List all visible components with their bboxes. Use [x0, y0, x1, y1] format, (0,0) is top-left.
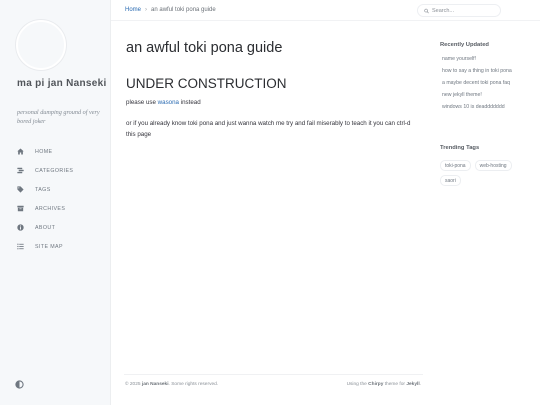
section-heading: UNDER CONSTRUCTION: [126, 76, 287, 91]
sidebar-item-label: HOME: [35, 148, 53, 155]
body-paragraph: or if you already know toki pona and jus…: [126, 120, 411, 138]
sidebar-item-label: SITE MAP: [35, 243, 63, 250]
recent-post-link[interactable]: new jekyll theme!: [442, 92, 512, 104]
sidebar-item-archives[interactable]: ARCHIVES: [0, 199, 111, 218]
stream-icon: [17, 167, 24, 174]
tag-web-hosting[interactable]: web-hosting: [474, 160, 512, 171]
chirpy-theme-link[interactable]: Chirpy: [368, 382, 383, 387]
page-title: an awful toki pona guide: [126, 40, 283, 56]
footer-copyright-suffix: . Some rights reserved.: [168, 382, 219, 387]
wasona-link[interactable]: wasona: [158, 99, 179, 106]
trending-tags: toki-pona web-hosting saori: [440, 160, 535, 186]
avatar[interactable]: [16, 20, 66, 70]
footer-credits-prefix: Using the: [346, 382, 369, 387]
footer-copyright-prefix: © 2025: [125, 382, 142, 387]
archive-icon: [17, 205, 24, 212]
site-title[interactable]: ma pi jan Nanseki: [17, 77, 107, 90]
intro-prefix: please use: [126, 99, 158, 106]
footer-author: jan Nanseki: [141, 382, 169, 387]
recent-post-link[interactable]: a maybe decent toki pona faq: [442, 80, 512, 92]
sidebar-item-label: CATEGORIES: [35, 167, 74, 174]
tag-icon: [17, 186, 24, 193]
footer-credits-suffix: .: [419, 382, 421, 387]
site-subtitle: personal dumping ground of very bored jo…: [17, 109, 100, 125]
footer: © 2025 jan Nanseki. Some rights reserved…: [124, 374, 423, 387]
list-icon: [17, 243, 24, 250]
search-box[interactable]: [417, 4, 501, 17]
theme-toggle-icon[interactable]: [15, 380, 24, 389]
intro-paragraph: please use wasona instead: [126, 99, 421, 106]
info-icon: [17, 224, 24, 231]
search-icon: [424, 8, 429, 13]
home-icon: [17, 148, 24, 155]
sidebar-item-tags[interactable]: TAGS: [0, 180, 111, 199]
topbar: Home › an awful toki pona guide: [111, 0, 540, 21]
sidebar-item-label: TAGS: [35, 186, 51, 193]
jekyll-link[interactable]: Jekyll: [406, 382, 419, 387]
recent-post-link[interactable]: how to say a thing in toki pona: [442, 68, 512, 80]
sidebar-item-about[interactable]: ABOUT: [0, 218, 111, 237]
footer-copyright: © 2025 jan Nanseki. Some rights reserved…: [125, 382, 218, 387]
breadcrumb-current: an awful toki pona guide: [151, 7, 216, 13]
tag-saori[interactable]: saori: [440, 175, 461, 186]
recent-post-link[interactable]: name yourself!: [442, 56, 512, 68]
breadcrumb: Home › an awful toki pona guide: [125, 7, 216, 13]
sidebar-item-home[interactable]: HOME: [0, 142, 111, 161]
tag-toki-pona[interactable]: toki-pona: [440, 160, 471, 171]
breadcrumb-separator: ›: [145, 7, 148, 13]
footer-credits: Using the Chirpy theme for Jekyll.: [347, 382, 421, 387]
breadcrumb-home-link[interactable]: Home: [125, 7, 141, 13]
sidebar: ma pi jan Nanseki personal dumping groun…: [0, 0, 111, 405]
search-input[interactable]: [432, 7, 500, 14]
trending-tags-heading: Trending Tags: [440, 145, 480, 151]
recently-updated-list: name yourself! how to say a thing in tok…: [442, 56, 512, 116]
recently-updated-heading: Recently Updated: [440, 42, 489, 48]
sidebar-item-site-map[interactable]: SITE MAP: [0, 237, 111, 256]
sidebar-nav: HOME CATEGORIES TAGS ARCHIVES ABOUT SITE…: [0, 142, 111, 256]
intro-suffix: instead: [178, 99, 201, 106]
footer-credits-middle: theme for: [383, 382, 407, 387]
sidebar-item-label: ARCHIVES: [35, 205, 66, 212]
sidebar-item-label: ABOUT: [35, 224, 56, 231]
recent-post-link[interactable]: windows 10 is deaddddddd: [442, 104, 512, 116]
sidebar-item-categories[interactable]: CATEGORIES: [0, 161, 111, 180]
